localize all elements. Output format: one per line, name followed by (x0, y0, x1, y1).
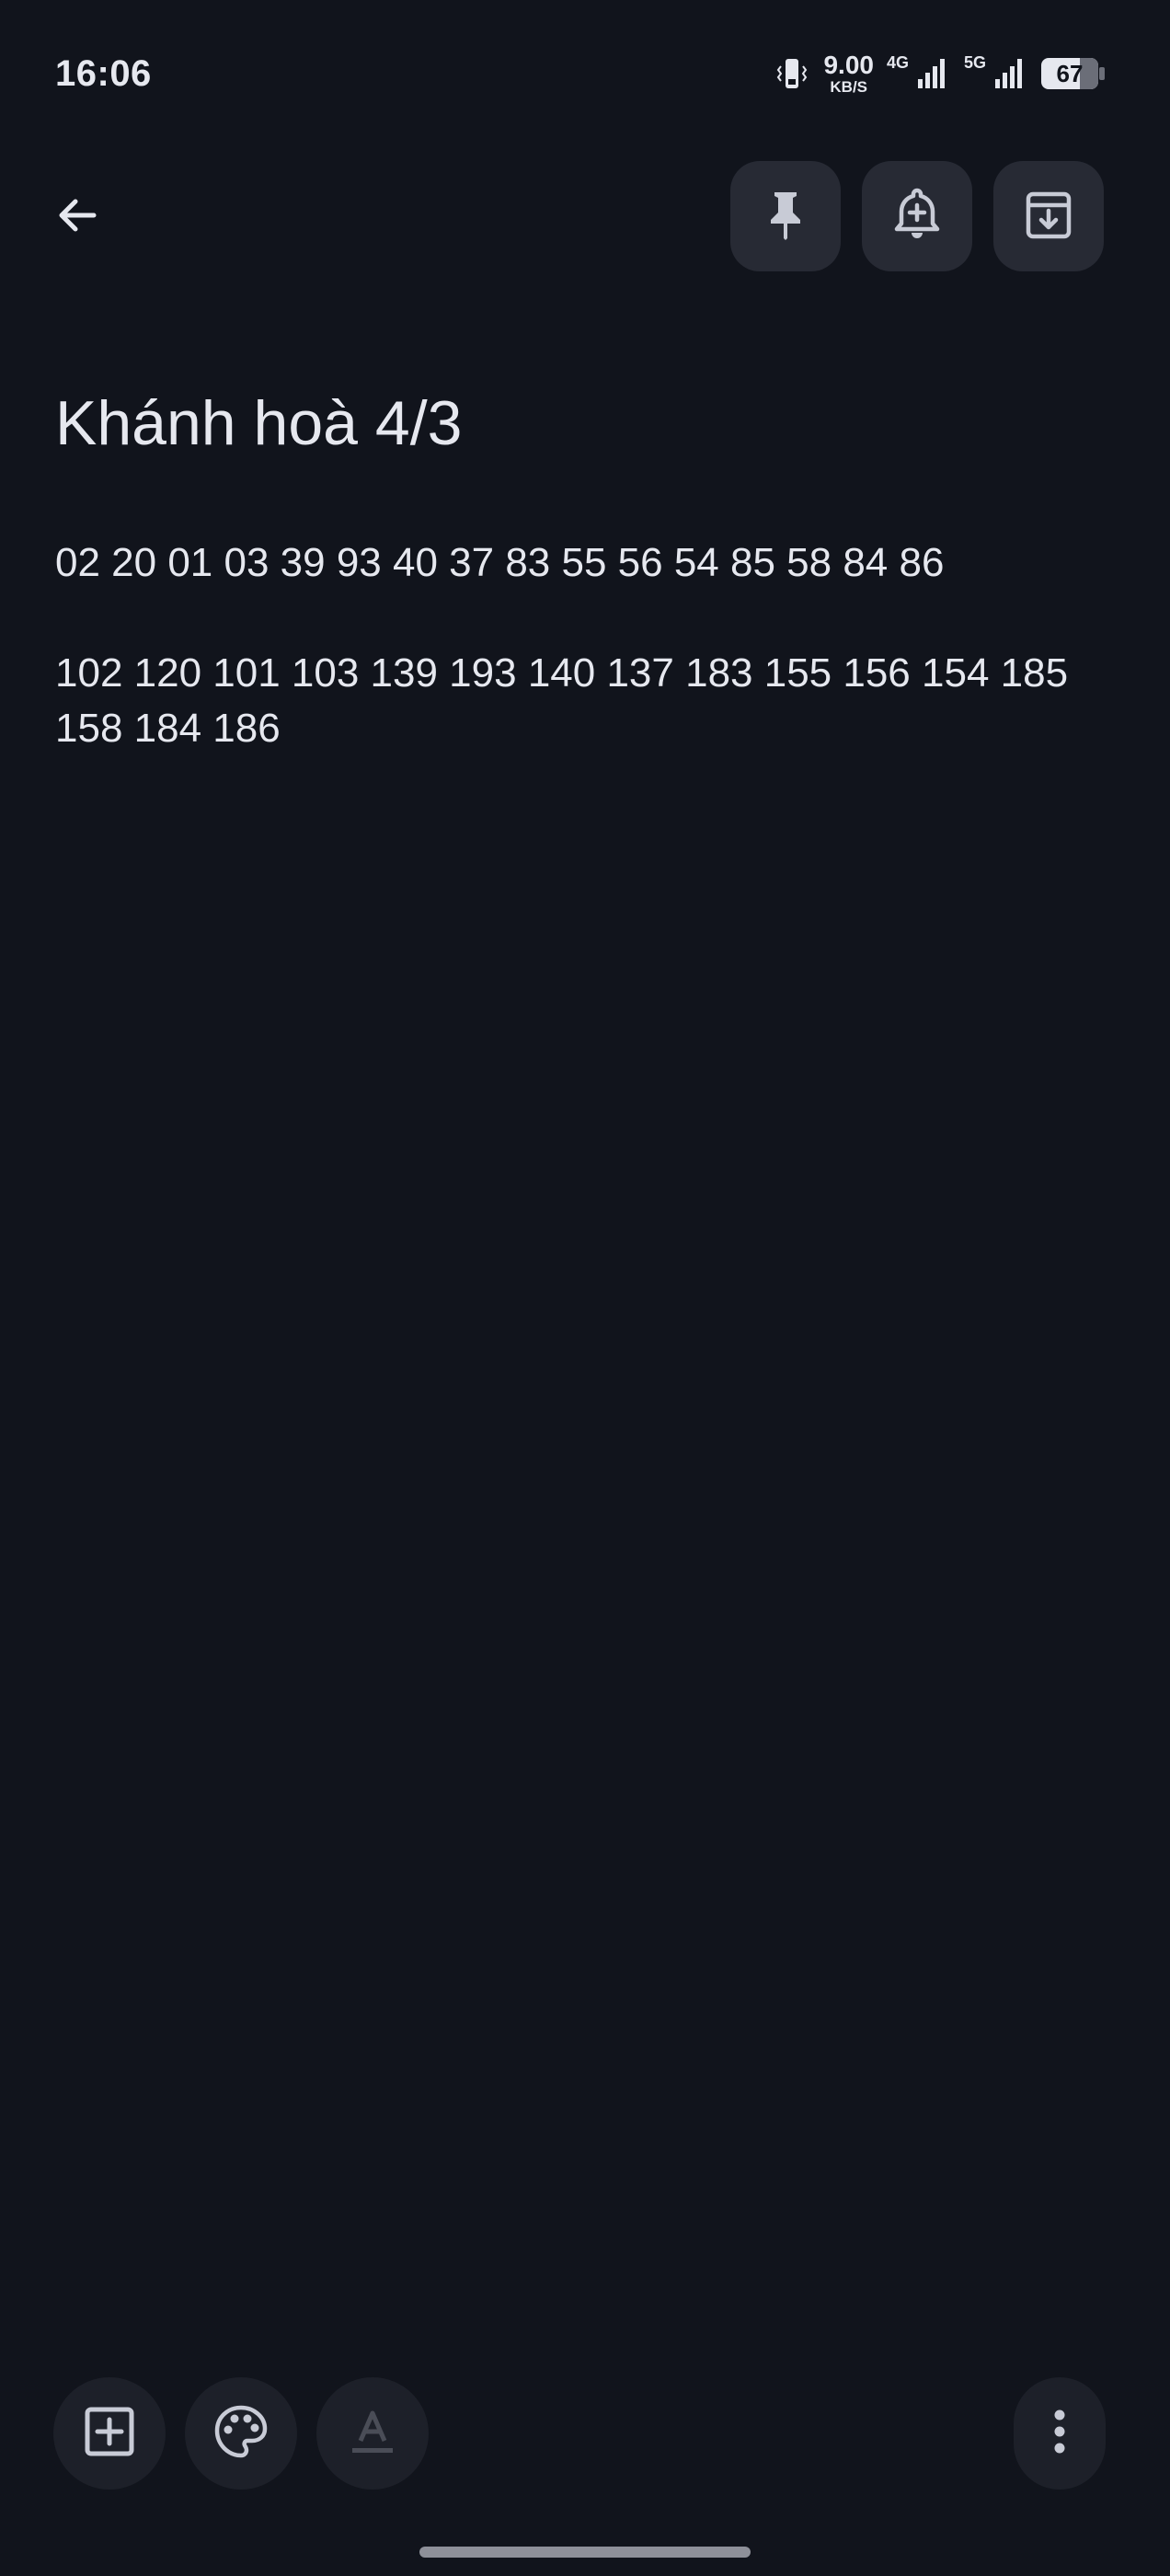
back-button[interactable] (40, 180, 114, 254)
network-type-5g: 5G (963, 53, 986, 72)
home-indicator[interactable] (419, 2547, 751, 2558)
network-speed: 9.00 KB/S (823, 51, 874, 96)
battery-icon: 67 (1041, 58, 1106, 89)
add-content-button[interactable] (53, 2377, 166, 2490)
arrow-back-icon (52, 190, 103, 246)
more-vertical-icon (1050, 2404, 1069, 2464)
note-title[interactable]: Khánh hoà 4/3 (55, 386, 462, 462)
signal-strength-icon (914, 55, 951, 92)
network-speed-value: 9.00 (823, 51, 874, 79)
text-format-icon (345, 2404, 400, 2464)
status-time: 16:06 (55, 53, 152, 94)
pin-icon (760, 187, 811, 247)
battery-level: 67 (1056, 59, 1084, 87)
background-options-button[interactable] (185, 2377, 297, 2490)
more-options-button[interactable] (1014, 2377, 1106, 2490)
add-reminder-bell-icon (889, 185, 945, 248)
network-type-4g: 4G (886, 53, 909, 72)
status-icons: 9.00 KB/S 4G 5G 67 (774, 52, 1106, 96)
add-box-icon (82, 2404, 137, 2464)
archive-button[interactable] (993, 161, 1104, 271)
palette-icon (212, 2402, 270, 2466)
signal-strength-icon-2 (992, 55, 1028, 92)
note-body[interactable]: 02 20 01 03 39 93 40 37 83 55 56 54 85 5… (55, 535, 1122, 756)
archive-icon (1021, 187, 1076, 247)
text-format-button[interactable] (316, 2377, 429, 2490)
pin-button[interactable] (730, 161, 841, 271)
note-editor-screen: 16:06 9.00 KB/S 4G 5G 67 Khánh hoà 4/3 0… (0, 0, 1170, 2576)
add-reminder-button[interactable] (862, 161, 972, 271)
note-body-paragraph-1: 02 20 01 03 39 93 40 37 83 55 56 54 85 5… (55, 540, 945, 585)
note-body-paragraph-2: 102 120 101 103 139 193 140 137 183 155 … (55, 650, 1069, 751)
vibrate-icon (774, 55, 810, 92)
network-speed-unit: KB/S (830, 78, 868, 96)
status-bar: 16:06 9.00 KB/S 4G 5G 67 (0, 0, 1170, 147)
